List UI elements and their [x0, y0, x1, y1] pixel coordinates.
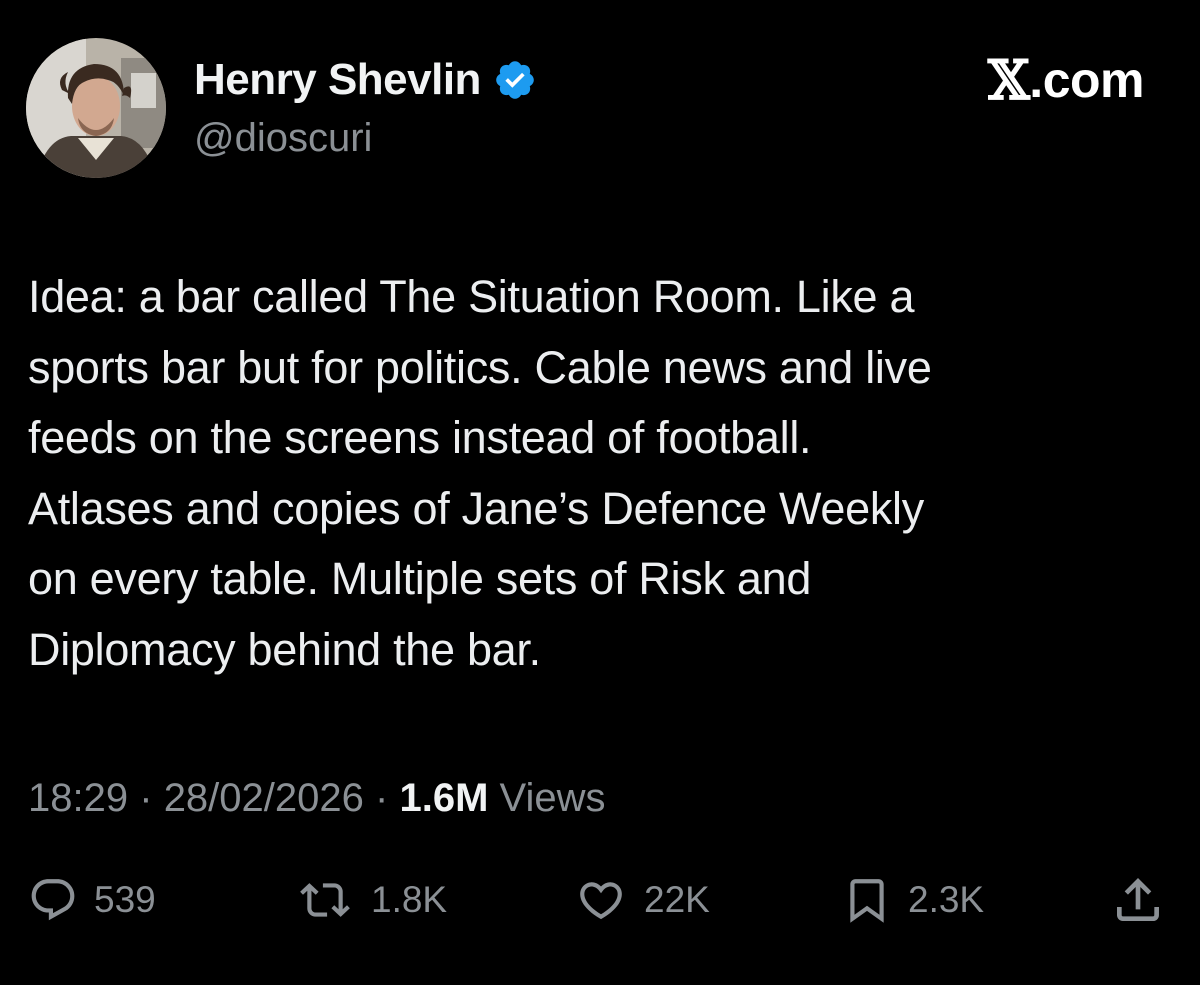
verified-badge-icon[interactable]	[493, 58, 537, 102]
heart-icon	[580, 882, 622, 920]
reply-icon	[31, 879, 75, 921]
post-text-line: Diplomacy behind the bar.	[28, 623, 541, 675]
reply-button[interactable]: 539	[28, 870, 156, 930]
profile-photo-icon	[26, 38, 166, 178]
post-text: Idea: a bar called The Situation Room. L…	[28, 262, 1168, 685]
post-meta: 18:29 · 28/02/2026 · 1.6M Views	[28, 772, 606, 824]
meta-separator: ·	[375, 776, 389, 820]
bookmark-button[interactable]: 2.3K	[842, 870, 984, 930]
post-time[interactable]: 18:29	[28, 776, 128, 820]
post-text-line: on every table. Multiple sets of Risk an…	[28, 553, 812, 604]
avatar[interactable]	[26, 38, 166, 178]
bookmark-count: 2.3K	[908, 879, 985, 920]
post-date[interactable]: 28/02/2026	[164, 776, 364, 820]
x-logo: 𝕏 .com	[987, 48, 1145, 112]
post-text-line: sports bar but for politics. Cable news …	[28, 341, 932, 393]
bookmark-icon	[850, 879, 884, 923]
action-bar: 539 1.8K 22K 2.3K	[0, 870, 1200, 930]
share-icon	[1117, 878, 1159, 921]
post-text-line: Atlases and copies of Jane’s Defence Wee…	[28, 482, 924, 534]
views-count[interactable]: 1.6M	[399, 776, 488, 820]
repost-count: 1.8K	[371, 879, 448, 920]
share-button[interactable]	[1110, 870, 1166, 930]
author-name-row: Henry Shevlin	[194, 52, 537, 108]
author-display-name[interactable]: Henry Shevlin	[194, 52, 481, 108]
x-icon: 𝕏	[987, 48, 1030, 112]
meta-separator: ·	[139, 776, 153, 820]
reply-count: 539	[94, 879, 156, 920]
post-text-line: feeds on the screens instead of football…	[28, 412, 812, 463]
brand-suffix: .com	[1029, 52, 1144, 108]
like-count: 22K	[644, 879, 710, 920]
views-label: Views	[499, 776, 606, 820]
repost-icon	[300, 883, 350, 917]
author-handle[interactable]: @dioscuri	[194, 112, 372, 164]
repost-button[interactable]: 1.8K	[295, 870, 447, 930]
post-text-line: Idea: a bar called The Situation Room. L…	[28, 271, 915, 322]
like-button[interactable]: 22K	[574, 870, 710, 930]
